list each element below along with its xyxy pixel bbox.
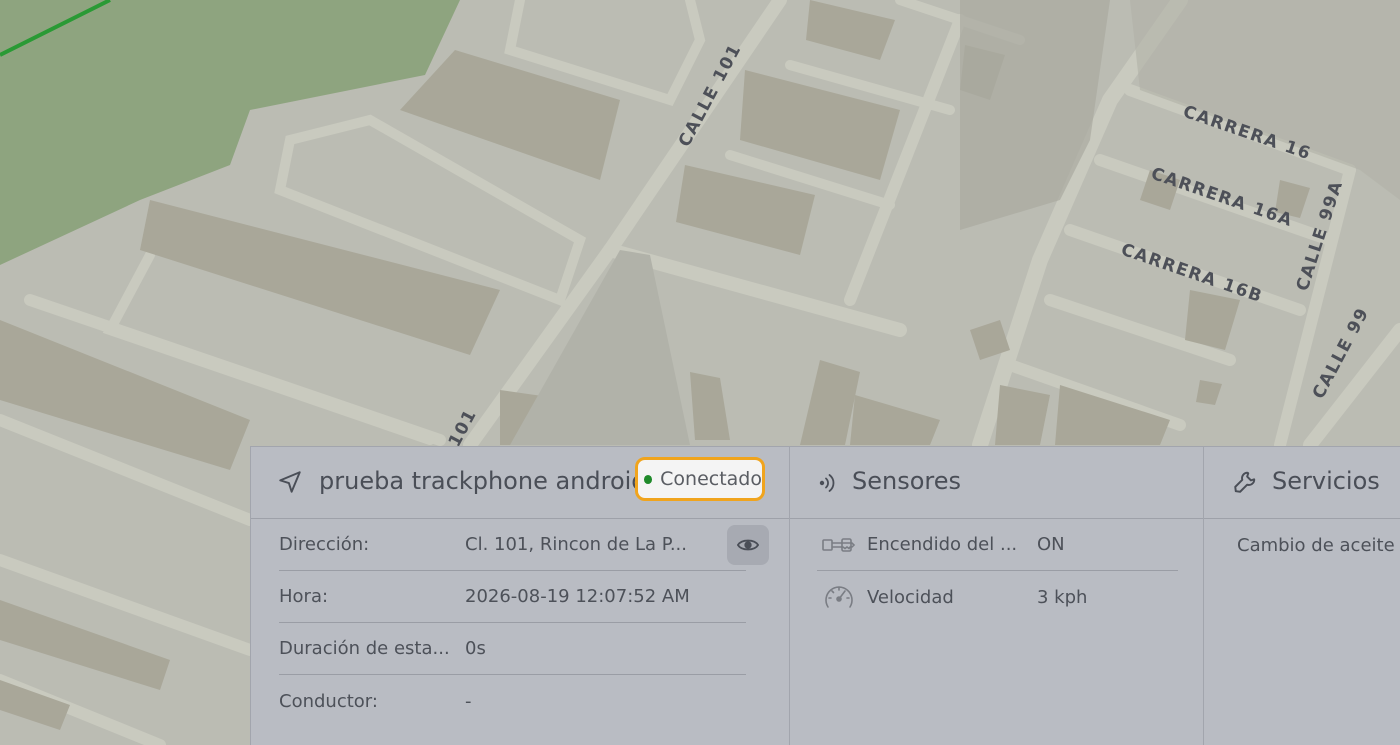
- sensors-title: Sensores: [852, 467, 962, 495]
- status-dot: [644, 474, 653, 484]
- time-value: 2026-08-19 12:07:52 AM: [465, 586, 690, 607]
- duration-value: 0s: [465, 638, 486, 659]
- info-row-duration: Duración de esta... 0s: [279, 623, 746, 675]
- signal-sensor-icon: [816, 471, 840, 495]
- address-label: Dirección:: [279, 534, 370, 555]
- speedometer-icon: [817, 582, 861, 612]
- services-panel-header: Servicios: [1204, 447, 1400, 519]
- duration-label: Duración de esta...: [279, 638, 450, 659]
- ignition-label: Encendido del ...: [867, 534, 1018, 555]
- device-name: prueba trackphone android: [319, 467, 639, 495]
- speed-value: 3 kph: [1037, 586, 1088, 608]
- connection-status-badge: Conectado: [635, 457, 765, 501]
- speed-label: Velocidad: [867, 586, 954, 608]
- info-row-driver: Conductor: -: [279, 675, 746, 727]
- sensor-row-ignition: Encendido del ... ON: [817, 519, 1178, 571]
- show-address-button[interactable]: [727, 525, 769, 565]
- eye-icon: [737, 537, 759, 553]
- navigation-arrow-icon: [277, 469, 303, 495]
- time-label: Hora:: [279, 586, 329, 607]
- driver-value: -: [465, 690, 472, 712]
- key-icon: [817, 536, 861, 554]
- sensors-panel-header: Sensores: [790, 447, 1204, 519]
- address-value: Cl. 101, Rincon de La P...: [465, 534, 687, 555]
- services-panel: Servicios Cambio de aceite: [1203, 446, 1400, 745]
- device-info-panel: prueba trackphone android Conectado Dire…: [250, 446, 790, 745]
- ignition-value: ON: [1037, 534, 1065, 555]
- connection-status-label: Conectado: [660, 468, 762, 490]
- services-title: Servicios: [1272, 467, 1380, 495]
- wrench-icon: [1232, 469, 1258, 495]
- driver-label: Conductor:: [279, 690, 378, 712]
- info-row-time: Hora: 2026-08-19 12:07:52 AM: [279, 571, 746, 623]
- info-row-address: Dirección: Cl. 101, Rincon de La P...: [279, 519, 769, 571]
- sensors-panel: Sensores Encendido del ... ON Velocidad …: [789, 446, 1204, 745]
- sensor-row-speed: Velocidad 3 kph: [817, 571, 1178, 623]
- service-row-oil-change: Cambio de aceite: [1237, 519, 1400, 571]
- device-panel-header: prueba trackphone android Conectado: [251, 447, 790, 519]
- oil-change-label: Cambio de aceite: [1237, 534, 1395, 556]
